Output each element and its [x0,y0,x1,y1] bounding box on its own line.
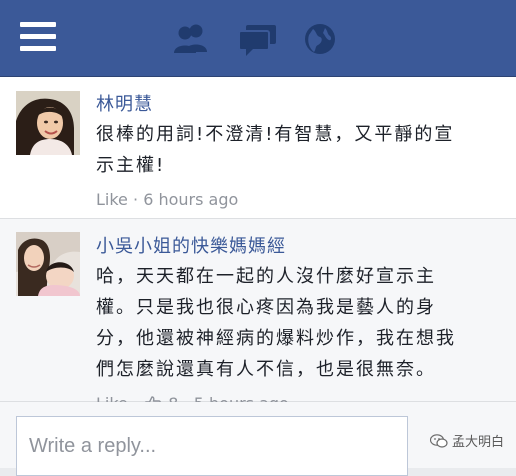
avatar[interactable] [16,232,80,296]
avatar[interactable] [16,91,80,155]
like-link[interactable]: Like [96,190,128,209]
comment-text-line: 很棒的用詞!不澄清!有智慧，又平靜的宣 [96,124,455,145]
comment-item: 林明慧 很棒的用詞!不澄清!有智慧，又平靜的宣 示主權! Like · 6 ho… [0,77,516,219]
friends-icon[interactable] [170,21,214,57]
comment-text-line: 示主權! [96,155,166,176]
meta-separator: · [133,190,139,209]
comment-body: 小吳小姐的快樂媽媽經 哈，天天都在一起的人沒什麼好宣示主 權。只是我也很心疼因為… [96,235,506,415]
comment-meta: Like · 6 hours ago [96,189,506,211]
globe-notifications-icon[interactable] [298,21,342,57]
comment-item: 小吳小姐的快樂媽媽經 哈，天天都在一起的人沒什麼好宣示主 權。只是我也很心疼因為… [0,219,516,413]
comment-text-line: 分，他還被神經病的爆料炒作，我在想我 [96,328,456,349]
comment-author[interactable]: 小吳小姐的快樂媽媽經 [96,235,506,259]
comment-text: 很棒的用詞!不澄清!有智慧，又平靜的宣 示主權! [96,119,506,181]
watermark: 孟大明白 [429,431,504,450]
comment-text: 哈，天天都在一起的人沒什麼好宣示主 權。只是我也很心疼因為我是藝人的身 分，他還… [96,261,506,385]
comment-body: 林明慧 很棒的用詞!不澄清!有智慧，又平靜的宣 示主權! Like · 6 ho… [96,93,506,211]
watermark-text: 孟大明白 [451,435,504,450]
comment-text-line: 們怎麼說還真有人不信，也是很無奈。 [96,359,436,380]
comment-author[interactable]: 林明慧 [96,93,506,117]
comment-text-line: 哈，天天都在一起的人沒什麼好宣示主 [96,266,436,287]
wechat-watermark-icon [429,433,448,448]
comment-text-line: 權。只是我也很心疼因為我是藝人的身 [96,297,436,318]
comments-feed: 林明慧 很棒的用詞!不澄清!有智慧，又平靜的宣 示主權! Like · 6 ho… [0,77,516,476]
comment-timestamp: 6 hours ago [143,190,239,209]
messages-icon[interactable] [236,21,280,57]
top-navigation-bar [0,0,516,77]
hamburger-menu-icon[interactable] [20,22,56,52]
reply-input[interactable] [16,416,408,476]
